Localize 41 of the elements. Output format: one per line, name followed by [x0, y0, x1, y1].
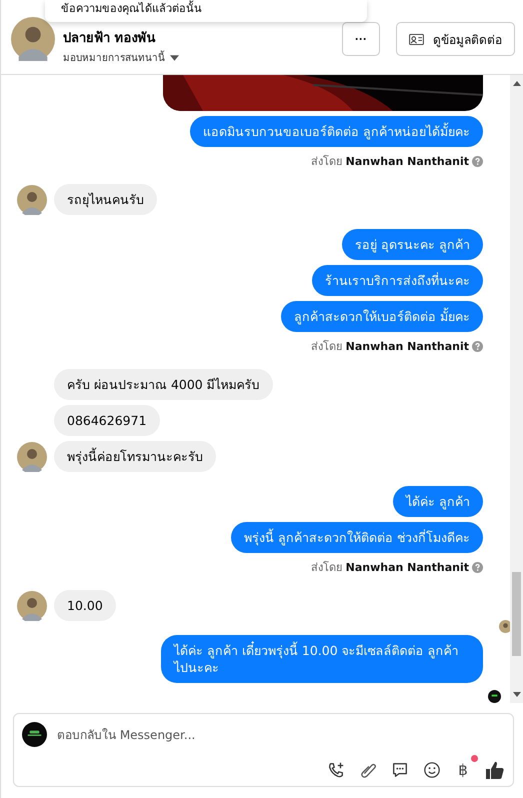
tooltip-text: ข้อความของคุณได้แล้วต่อนั้น [61, 2, 202, 15]
phone-add-icon[interactable] [327, 761, 345, 779]
message-bubble: ลูกค้าสะดวกให้เบอร์ติดต่อ มั้ยคะ [281, 301, 483, 332]
contact-info-button[interactable]: ดูข้อมูลติดต่อ [396, 22, 515, 56]
sent-by-label: ส่งโดย Nanwhan Nanthanit [311, 154, 469, 170]
emoji-icon[interactable] [423, 761, 441, 779]
message-bubble: รถยุไหนคนรับ [54, 184, 157, 215]
sent-by-label: ส่งโดย Nanwhan Nanthanit [311, 560, 469, 576]
message-bubble: 0864626971 [54, 405, 160, 436]
scrollbar-thumb[interactable] [512, 572, 521, 656]
chat-icon[interactable] [391, 761, 409, 779]
assign-dropdown[interactable]: มอบหมายการสนทนานี้ [63, 50, 334, 65]
message-bubble: พรุ่งนี้ค่อยโทรมานะคะรับ [54, 441, 216, 472]
scroll-up-icon[interactable] [512, 81, 520, 86]
caret-icon [170, 54, 179, 60]
avatar [17, 442, 47, 472]
help-icon[interactable] [472, 562, 483, 572]
message-bubble: ร้านเราบริการส่งถึงที่นะคะ [312, 265, 483, 296]
message-bubble: ได้ค่ะ ลูกค้า เดี๋ยวพรุ่งนี้ 10.00 จะมีเซลล์ติดต่อ ลูกค้าไปนะคะ [161, 635, 483, 683]
avatar [11, 17, 55, 61]
page-avatar-icon [488, 690, 501, 703]
scrollbar[interactable] [510, 75, 523, 703]
like-icon[interactable] [485, 760, 505, 780]
avatar [17, 590, 47, 620]
help-icon[interactable] [472, 156, 483, 166]
message-bubble: 10.00 [54, 590, 116, 621]
paperclip-icon[interactable] [359, 761, 377, 779]
contact-card-icon [409, 34, 424, 44]
message-bubble: รอยู่ อุดรนะคะ ลูกค้า [342, 229, 483, 260]
avatar [17, 184, 47, 214]
contact-name: ปลายฟ้า ทองพัน [63, 30, 157, 48]
scroll-down-icon[interactable] [512, 692, 520, 697]
message-bubble: แอดมินรบกวนขอเบอร์ติดต่อ ลูกค้าหน่อยได้มั้ยคะ [190, 116, 483, 147]
more-button[interactable]: ··· [342, 22, 380, 56]
help-icon[interactable] [472, 340, 483, 352]
message-bubble: ครับ ผ่อนประมาณ 4000 มีไหมครับ [54, 369, 273, 400]
page-avatar-icon [22, 722, 47, 747]
payment-button[interactable]: ฿ [455, 761, 471, 779]
message-bubble: พรุ่งนี้ ลูกค้าสะดวกให้ติดต่อ ช่วงกี่โมงดีคะ [231, 522, 483, 553]
sent-by-label: ส่งโดย Nanwhan Nanthanit [311, 339, 469, 355]
message-bubble: ได้ค่ะ ลูกค้า [393, 486, 483, 517]
